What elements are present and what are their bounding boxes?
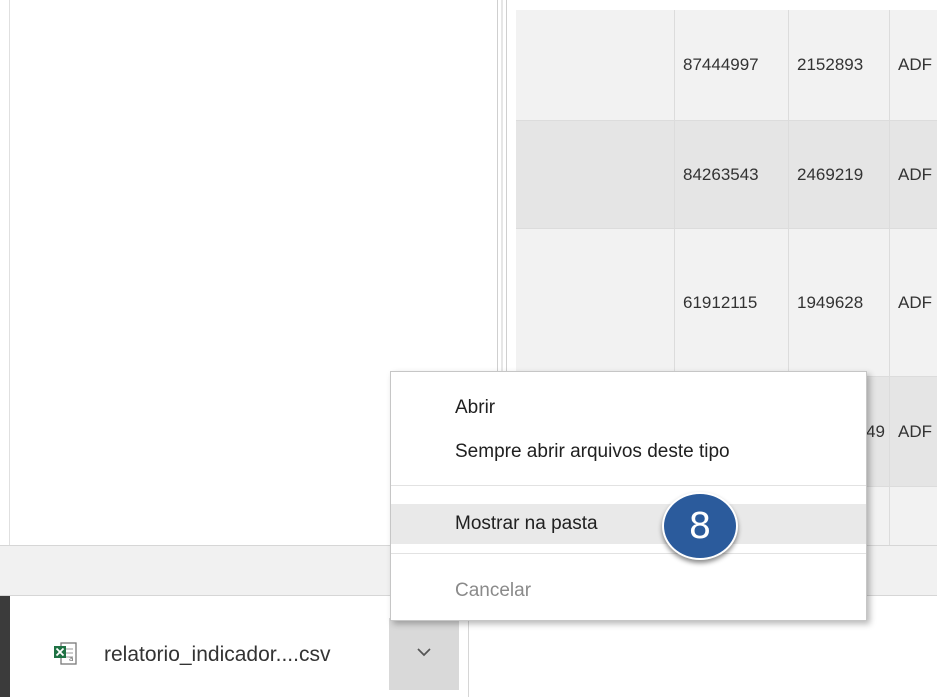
table-cell: ADF bbox=[898, 292, 932, 312]
table-cell bbox=[516, 121, 675, 228]
table-cell: 1949628 bbox=[789, 229, 890, 376]
table-cell bbox=[890, 487, 937, 545]
menu-item-always-open[interactable]: Sempre abrir arquivos deste tipo bbox=[391, 432, 866, 472]
table-cell: 2152893 bbox=[789, 10, 890, 120]
download-options-button[interactable] bbox=[389, 618, 459, 690]
table-cell bbox=[516, 229, 675, 376]
svg-text:a: a bbox=[69, 655, 73, 663]
table-cell: 61912115 bbox=[675, 229, 789, 376]
table-cell: ADF bbox=[898, 55, 932, 74]
menu-separator bbox=[391, 553, 866, 554]
table-row[interactable]: 84263543 2469219 ADF bbox=[516, 121, 937, 229]
table-cell: ADF bbox=[898, 421, 932, 441]
table-row[interactable]: 87444997 2152893 ADF bbox=[516, 10, 937, 121]
menu-item-show-in-folder[interactable]: Mostrar na pasta bbox=[391, 504, 866, 544]
table-cell: 87444997 bbox=[675, 10, 789, 120]
excel-csv-file-icon: a bbox=[52, 640, 80, 668]
table-cell: 2469219 bbox=[789, 121, 890, 228]
pane-divider bbox=[9, 0, 10, 545]
menu-item-cancel[interactable]: Cancelar bbox=[391, 571, 866, 611]
table-cell bbox=[516, 10, 675, 120]
download-context-menu: Abrir Sempre abrir arquivos deste tipo M… bbox=[390, 371, 867, 621]
download-file-name: relatorio_indicador....csv bbox=[104, 643, 331, 666]
step-number-badge: 8 bbox=[662, 492, 738, 560]
chevron-down-icon bbox=[415, 645, 433, 663]
table-row[interactable]: 61912115 1949628 ADF bbox=[516, 229, 937, 377]
table-cell: ADF bbox=[898, 164, 932, 184]
menu-separator bbox=[391, 485, 866, 486]
menu-item-open[interactable]: Abrir bbox=[391, 388, 866, 428]
table-cell: 84263543 bbox=[675, 121, 789, 228]
shelf-edge bbox=[0, 596, 10, 697]
